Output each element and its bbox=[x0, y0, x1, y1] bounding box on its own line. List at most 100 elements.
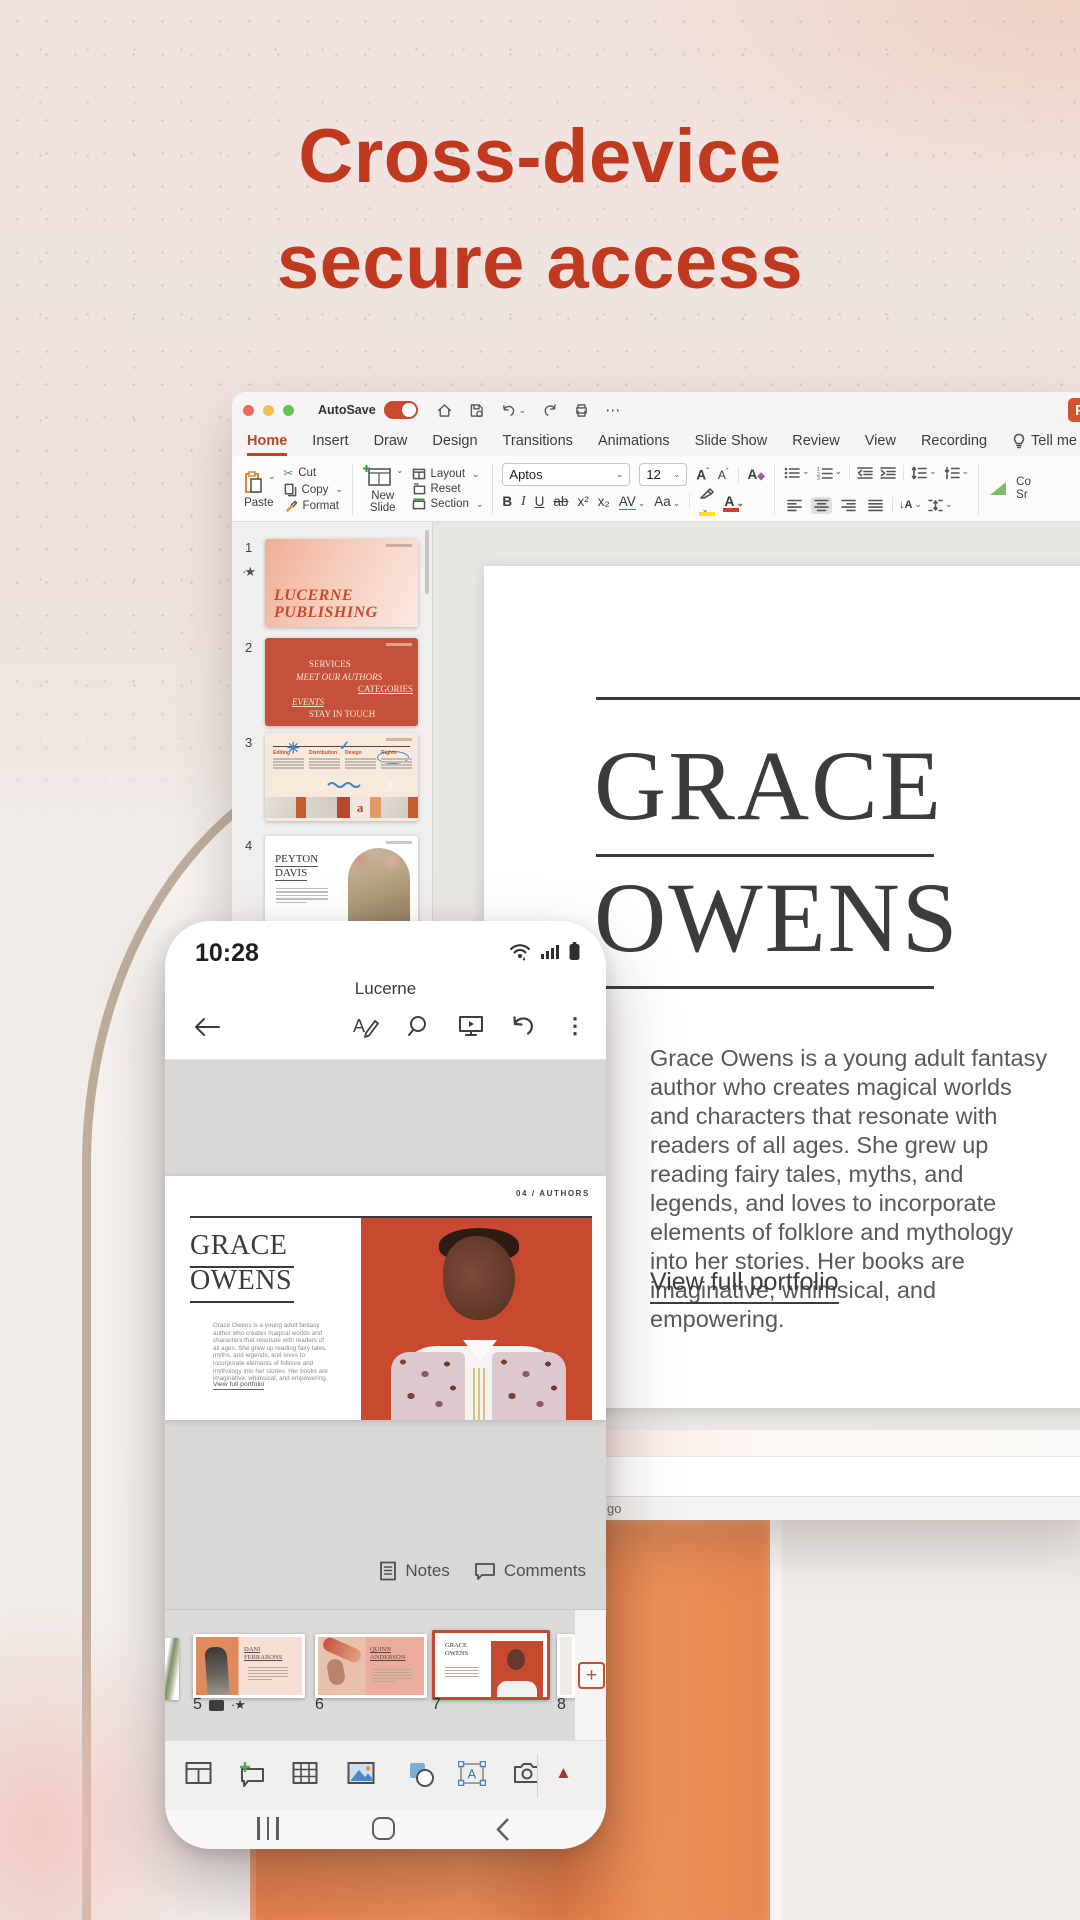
cut-button[interactable]: ✂Cut bbox=[284, 466, 343, 480]
slide-thumbnail-4[interactable]: PEYTONDAVIS bbox=[265, 836, 418, 924]
convert-smartart-button-clipped[interactable]: CoSr bbox=[988, 461, 1031, 517]
paragraph-spacing-button[interactable]: ⌄ bbox=[944, 466, 970, 480]
justify-button[interactable] bbox=[865, 497, 886, 514]
edit-icon[interactable]: A bbox=[353, 1013, 380, 1039]
battery-icon bbox=[569, 942, 580, 961]
paste-button[interactable]: ⌄ Paste bbox=[242, 470, 276, 509]
align-text-button[interactable]: ⌄ bbox=[928, 499, 953, 512]
tab-draw[interactable]: Draw bbox=[374, 433, 408, 456]
undo-button[interactable]: ⌄ bbox=[500, 402, 527, 419]
font-size-chevron-icon: ⌄ bbox=[673, 469, 681, 480]
minimize-window-button[interactable] bbox=[263, 405, 274, 416]
recents-nav-icon[interactable] bbox=[257, 1817, 279, 1840]
decrease-font-size-button[interactable]: Aˇ bbox=[718, 467, 729, 482]
bold-button[interactable]: B bbox=[502, 494, 512, 509]
redo-icon[interactable] bbox=[541, 402, 558, 419]
tab-transitions[interactable]: Transitions bbox=[503, 433, 573, 456]
tab-recording[interactable]: Recording bbox=[921, 433, 987, 456]
font-color-button[interactable]: A⌄ bbox=[724, 493, 744, 509]
slide-8-thumbnail-partial[interactable] bbox=[557, 1634, 575, 1698]
tab-view[interactable]: View bbox=[865, 433, 896, 456]
font-size-select[interactable]: 12⌄ bbox=[639, 463, 687, 486]
autosave-toggle[interactable] bbox=[384, 401, 418, 419]
decrease-indent-button[interactable] bbox=[857, 466, 873, 480]
home-nav-icon[interactable] bbox=[372, 1817, 395, 1840]
collapse-toolbar-icon[interactable]: ▲ bbox=[555, 1763, 572, 1783]
text-direction-button[interactable]: ↓A⌄ bbox=[899, 499, 922, 511]
slide-number: 1 bbox=[245, 540, 252, 555]
shapes-icon[interactable] bbox=[408, 1761, 435, 1787]
tab-slide-show[interactable]: Slide Show bbox=[695, 433, 768, 456]
undo-chevron-icon[interactable]: ⌄ bbox=[519, 405, 527, 416]
line-spacing-button[interactable]: ⌄ bbox=[911, 466, 937, 480]
tab-animations[interactable]: Animations bbox=[598, 433, 670, 456]
align-center-button[interactable] bbox=[811, 497, 832, 514]
close-window-button[interactable] bbox=[243, 405, 254, 416]
slide-layout-icon[interactable] bbox=[185, 1761, 212, 1785]
subscript-button[interactable]: x₂ bbox=[598, 494, 610, 509]
overflow-menu-icon[interactable]: ⋮ bbox=[564, 1013, 586, 1039]
tab-review[interactable]: Review bbox=[792, 433, 840, 456]
format-painter-button[interactable]: Format bbox=[284, 500, 343, 513]
increase-font-size-button[interactable]: Aˆ bbox=[696, 467, 708, 483]
layout-button[interactable]: Layout⌄ bbox=[412, 468, 484, 480]
text-highlight-button[interactable]: ⌄ bbox=[699, 487, 715, 515]
document-title: Lucerne bbox=[165, 979, 606, 999]
copy-button[interactable]: Copy⌄ bbox=[284, 483, 343, 497]
image-icon[interactable] bbox=[347, 1761, 375, 1785]
numbering-button[interactable]: 123⌄ bbox=[817, 466, 843, 480]
new-comment-icon[interactable] bbox=[237, 1761, 265, 1787]
phone-slide-body-text: Grace Owens is a young adult fantasy aut… bbox=[213, 1322, 329, 1383]
table-icon[interactable] bbox=[292, 1761, 318, 1785]
bullets-button[interactable]: ⌄ bbox=[784, 466, 810, 480]
slide-thumbnail-2[interactable]: SERVICES MEET OUR AUTHORS CATEGORIES EVE… bbox=[265, 638, 418, 726]
back-nav-icon[interactable] bbox=[495, 1817, 511, 1842]
slide-4-thumbnail-partial[interactable] bbox=[165, 1638, 179, 1700]
slide-5-thumbnail[interactable]: DANIFERRARONS bbox=[193, 1634, 305, 1698]
underline-button[interactable]: U bbox=[535, 494, 545, 509]
slide-thumbnail-3[interactable]: ✳ ✓ Editing Distribution Design Rights bbox=[265, 733, 418, 821]
slide-7-thumbnail-selected[interactable]: GRACEOWENS bbox=[432, 1630, 550, 1700]
increase-indent-button[interactable] bbox=[880, 466, 896, 480]
phone-view-full-portfolio-link[interactable]: View full portfolio bbox=[213, 1381, 264, 1390]
align-left-button[interactable] bbox=[784, 497, 805, 514]
view-full-portfolio-link[interactable]: View full portfolio bbox=[650, 1268, 839, 1304]
highlighter-icon bbox=[699, 487, 715, 500]
tab-insert[interactable]: Insert bbox=[312, 433, 348, 456]
more-toolbar-icon[interactable]: ⋯ bbox=[605, 401, 620, 419]
comments-button[interactable]: Comments bbox=[474, 1561, 586, 1581]
back-button[interactable] bbox=[193, 1015, 221, 1039]
new-slide-button[interactable]: ⌄ New Slide bbox=[362, 464, 404, 514]
italic-button[interactable]: I bbox=[521, 493, 526, 509]
slide-thumbnail-1[interactable]: LUCERNEPUBLISHING bbox=[265, 539, 418, 627]
save-icon[interactable] bbox=[468, 402, 485, 419]
phone-slide-canvas[interactable]: 04 / AUTHORS GRACE OWENS Grace Owens is … bbox=[165, 1176, 606, 1420]
slide-6-thumbnail[interactable]: QUINNANDERSON bbox=[315, 1634, 427, 1698]
strikethrough-button[interactable]: ab bbox=[553, 494, 568, 509]
undo-icon[interactable] bbox=[511, 1014, 537, 1038]
align-right-button[interactable] bbox=[838, 497, 859, 514]
superscript-button[interactable]: x² bbox=[577, 494, 588, 509]
signal-icon bbox=[541, 944, 559, 960]
search-icon[interactable] bbox=[407, 1014, 431, 1038]
tab-tell-me[interactable]: Tell me bbox=[1012, 433, 1077, 456]
present-icon[interactable] bbox=[458, 1014, 484, 1038]
home-icon[interactable] bbox=[436, 402, 453, 419]
character-spacing-button[interactable]: AV⌄ bbox=[619, 494, 646, 509]
notes-button[interactable]: Notes bbox=[379, 1561, 449, 1581]
tab-design[interactable]: Design bbox=[432, 433, 477, 456]
slide4-photo bbox=[348, 848, 410, 924]
panel-scrollbar[interactable] bbox=[425, 530, 429, 594]
slide-8-label: 8 bbox=[557, 1696, 566, 1714]
add-slide-button[interactable]: + bbox=[578, 1662, 605, 1689]
zoom-window-button[interactable] bbox=[283, 405, 294, 416]
tab-home[interactable]: Home bbox=[247, 433, 287, 456]
section-button[interactable]: Section⌄ bbox=[412, 498, 484, 510]
reset-button[interactable]: Reset bbox=[412, 483, 484, 495]
ink-squiggle bbox=[327, 781, 361, 789]
clear-formatting-button[interactable]: A◆ bbox=[748, 467, 765, 482]
change-case-button[interactable]: Aa⌄ bbox=[654, 494, 680, 509]
font-name-select[interactable]: Aptos⌄ bbox=[502, 463, 630, 486]
print-icon[interactable] bbox=[573, 402, 590, 419]
textbox-icon[interactable]: A bbox=[458, 1761, 486, 1786]
